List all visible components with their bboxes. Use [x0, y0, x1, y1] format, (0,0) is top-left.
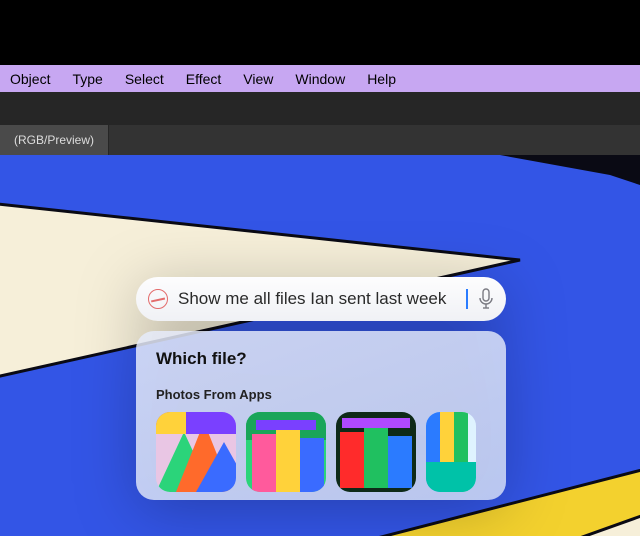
search-input[interactable]: Show me all files Ian sent last week [178, 289, 468, 309]
search-bar[interactable]: Show me all files Ian sent last week [136, 277, 506, 321]
results-panel: Which file? Photos From Apps [136, 331, 506, 500]
menu-select[interactable]: Select [125, 71, 164, 87]
panel-title: Which file? [156, 349, 486, 369]
thumbnail[interactable] [156, 412, 236, 492]
document-tab[interactable]: (RGB/Preview) [0, 125, 109, 155]
menu-window[interactable]: Window [295, 71, 345, 87]
menu-view[interactable]: View [243, 71, 273, 87]
document-tab-label: (RGB/Preview) [14, 133, 94, 147]
thumbnail[interactable] [426, 412, 476, 492]
menu-effect[interactable]: Effect [186, 71, 222, 87]
app-root: Object Type Select Effect View Window He… [0, 0, 640, 536]
menu-bar: Object Type Select Effect View Window He… [0, 65, 640, 92]
microphone-icon[interactable] [478, 288, 494, 310]
thumbnail-row [156, 412, 486, 492]
thumbnail[interactable] [336, 412, 416, 492]
toolbar-strip [0, 92, 640, 125]
menu-object[interactable]: Object [10, 71, 50, 87]
title-bar [0, 0, 640, 65]
spotlight-overlay: Show me all files Ian sent last week Whi… [136, 277, 506, 500]
document-tabs: (RGB/Preview) [0, 125, 640, 155]
thumbnail[interactable] [246, 412, 326, 492]
siri-icon [148, 289, 168, 309]
section-title: Photos From Apps [156, 387, 486, 402]
menu-type[interactable]: Type [72, 71, 102, 87]
menu-help[interactable]: Help [367, 71, 396, 87]
